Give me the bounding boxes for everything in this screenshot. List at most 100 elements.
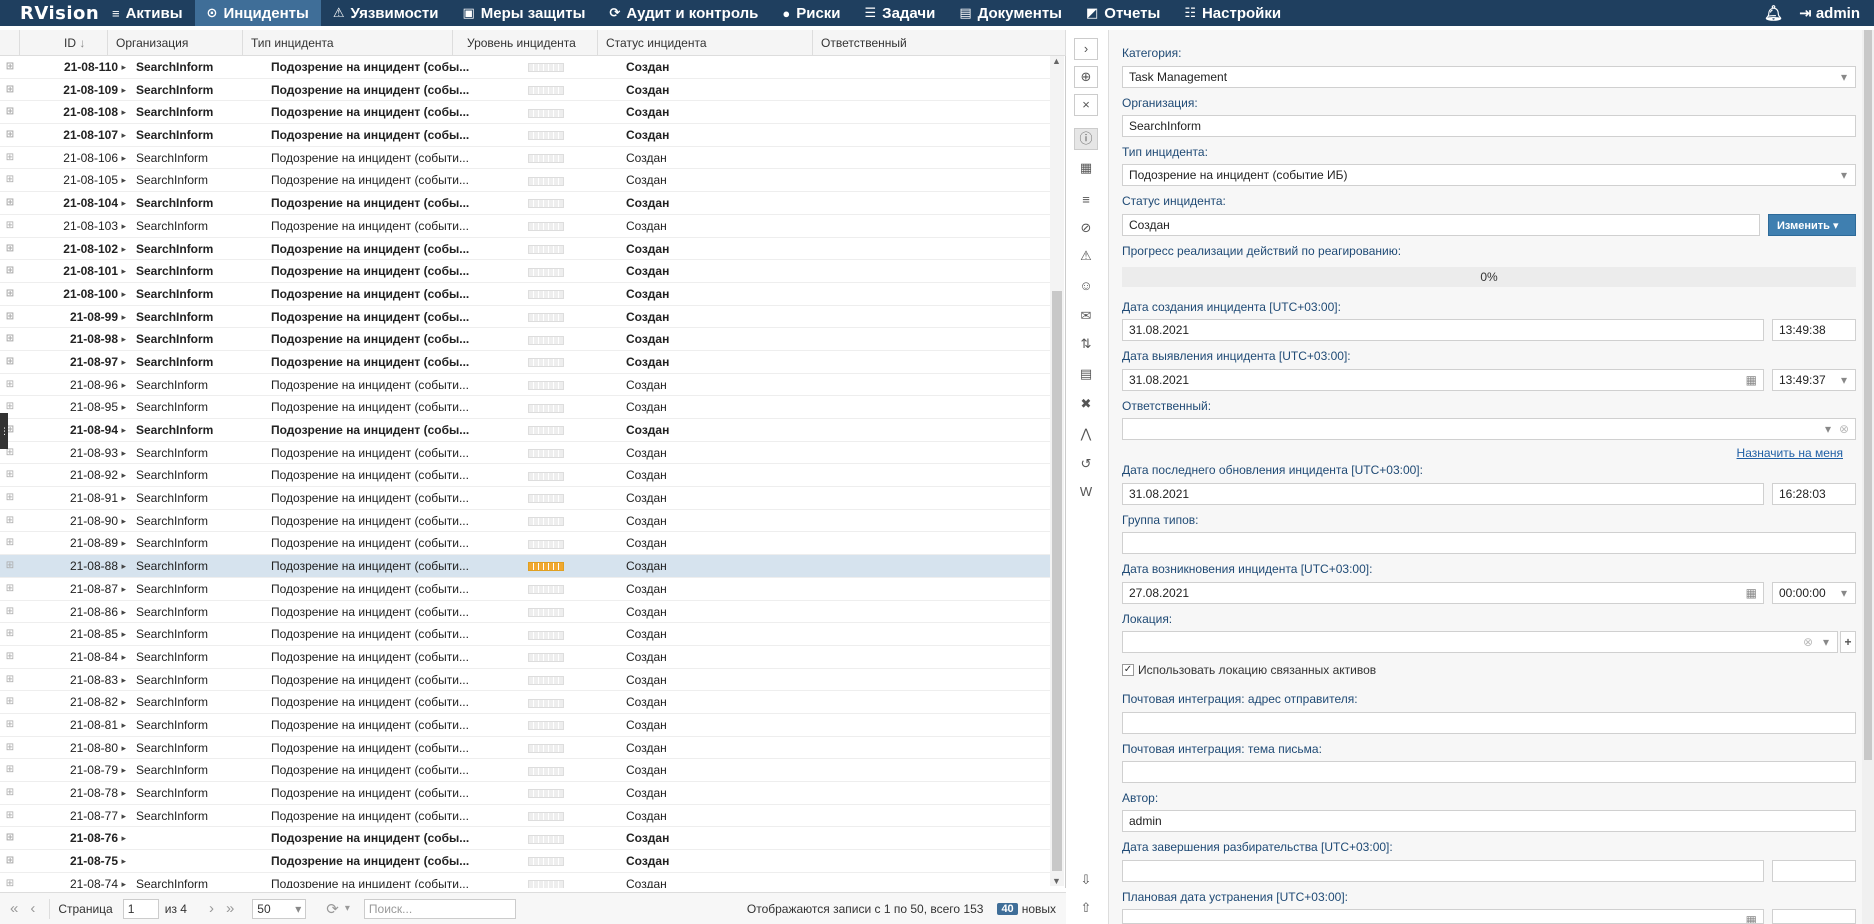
table-row[interactable]: ⊞ 21-08-106 SearchInform Подозрение на инци… (0, 147, 1050, 170)
table-row[interactable]: ⊞ 21-08-86 SearchInform Подозрение на инцид… (0, 601, 1050, 624)
table-row[interactable]: ⊞ 21-08-102 SearchInform Подозрение на инци… (0, 238, 1050, 261)
table-row[interactable]: ⊞ 21-08-99 SearchInform Подозрение на инцид… (0, 306, 1050, 329)
mail-subject-field[interactable] (1122, 761, 1856, 783)
nav-item-0[interactable]: ≡ Активы (100, 0, 195, 26)
table-row[interactable]: ⊞ 21-08-100 SearchInform Подозрение на инци… (0, 283, 1050, 306)
table-row[interactable]: ⊞ 21-08-104 SearchInform Подозрение на инци… (0, 192, 1050, 215)
column-header-org[interactable]: Организация (108, 30, 243, 56)
clear-icon[interactable]: ⊗ (1803, 632, 1813, 652)
table-row[interactable]: ⊞ 21-08-90 SearchInform Подозрение на инцид… (0, 510, 1050, 533)
type-group-field[interactable] (1122, 532, 1856, 554)
clear-icon[interactable]: ⊗ (1839, 419, 1849, 439)
table-row[interactable]: ⊞ 21-08-105 SearchInform Подозрение на инци… (0, 169, 1050, 193)
table-row[interactable]: ⊞ 21-08-107 SearchInform Подозрение на инци… (0, 124, 1050, 147)
table-row[interactable]: ⊞ 21-08-103 SearchInform Подозрение на инци… (0, 215, 1050, 238)
add-icon[interactable]: ⊕ (1074, 66, 1098, 88)
logo[interactable]: RVision (0, 3, 100, 24)
refresh-dropdown-icon[interactable]: ▾ (345, 903, 350, 914)
column-header-level[interactable]: Уровень инцидента (453, 30, 598, 56)
calendar-icon[interactable]: ▦ (1746, 583, 1757, 603)
sort-list-icon[interactable]: ⇅ (1074, 334, 1098, 356)
nav-item-6[interactable]: ☰ Задачи (853, 0, 948, 26)
occurred-date-field[interactable]: 27.08.2021 ▦ (1122, 582, 1764, 604)
responsible-select[interactable]: ▾ ⊗ (1122, 418, 1856, 440)
calendar-icon[interactable]: ▦ (1746, 910, 1757, 923)
status-field[interactable]: Создан (1122, 214, 1760, 236)
table-row[interactable]: ⊞ 21-08-77 SearchInform Подозрение на инцид… (0, 805, 1050, 828)
scroll-down-icon[interactable]: ▼ (1052, 876, 1061, 886)
table-row[interactable]: ⊞21-08-93SearchInformПодозрение на инцид… (0, 442, 1050, 465)
use-location-checkbox[interactable]: ✓ (1122, 664, 1134, 676)
history-icon[interactable]: ↺ (1074, 454, 1098, 476)
table-row[interactable]: ⊞ 21-08-78 SearchInform Подозрение на инцид… (0, 782, 1050, 805)
table-row[interactable]: ⊞ 21-08-84 SearchInform Подозрение на инцид… (0, 646, 1050, 669)
table-row[interactable]: ⊞ 21-08-108 SearchInform Подозрение на инци… (0, 101, 1050, 125)
archive-icon[interactable]: ▤ (1074, 364, 1098, 386)
user-menu[interactable]: ⇥ admin (1799, 4, 1860, 22)
table-row[interactable]: ⊞ 21-08-80 SearchInform Подозрение на инцид… (0, 737, 1050, 760)
table-row[interactable]: ⊞ 21-08-97 SearchInform Подозрение на инцид… (0, 351, 1050, 374)
table-row[interactable]: ⊞ 21-08-87 SearchInform Подозрение на инцид… (0, 578, 1050, 601)
form-scrollbar[interactable] (1862, 30, 1874, 924)
org-field[interactable]: SearchInform (1122, 115, 1856, 137)
export-icon[interactable]: ⇩ (1074, 870, 1098, 892)
nav-item-1[interactable]: ⊙ Инциденты (194, 0, 321, 26)
table-row[interactable]: ⊞ 21-08-82 SearchInform Подозрение на инцид… (0, 691, 1050, 714)
close-icon[interactable]: × (1074, 94, 1098, 116)
collapse-panel-button[interactable]: › (1074, 38, 1098, 60)
created-date-field[interactable]: 31.08.2021 (1122, 319, 1764, 341)
table-row[interactable]: ⊞ 21-08-75 Подозрение на инцидент (собы...… (0, 850, 1050, 873)
column-header-status[interactable]: Статус инцидента (598, 30, 813, 56)
investigation-end-time-field[interactable] (1772, 860, 1856, 882)
nav-item-7[interactable]: ▤ Документы (947, 0, 1074, 26)
use-location-checkbox-row[interactable]: ✓ Использовать локацию связанных активов (1122, 663, 1376, 677)
table-row[interactable]: ⊞ 21-08-109 SearchInform Подозрение на инци… (0, 79, 1050, 102)
table-row[interactable]: ⊞ 21-08-81 SearchInform Подозрение на инцид… (0, 714, 1050, 737)
column-header-responsible[interactable]: Ответственный (813, 30, 1066, 56)
table-row[interactable]: ⊞21-08-95SearchInformПодозрение на инцид… (0, 396, 1050, 419)
table-row[interactable]: ⊞ 21-08-89 SearchInform Подозрение на инцид… (0, 532, 1050, 556)
grid-scrollbar-thumb[interactable] (1052, 291, 1062, 871)
mail-from-field[interactable] (1122, 712, 1856, 734)
table-icon[interactable]: ▦ (1074, 158, 1098, 180)
table-row[interactable]: ⊞ 21-08-85 SearchInform Подозрение на инцид… (0, 623, 1050, 646)
detected-date-field[interactable]: 31.08.2021 ▦ (1122, 369, 1764, 391)
nav-item-5[interactable]: ● Риски (770, 0, 852, 26)
calendar-icon[interactable]: ▦ (1746, 370, 1757, 390)
users-icon[interactable]: ☺ (1074, 276, 1098, 298)
table-row[interactable]: ⊞ 21-08-76 Подозрение на инцидент (собы...… (0, 827, 1050, 851)
comments-icon[interactable]: ✉ (1074, 306, 1098, 328)
category-select[interactable]: Task Management (1122, 66, 1856, 88)
next-page-icon[interactable]: › (209, 900, 214, 917)
planned-fix-date-field[interactable]: ▦ (1122, 909, 1764, 924)
column-header-id[interactable]: ID ↓ (20, 30, 108, 56)
occurred-time-field[interactable]: 00:00:00 (1772, 582, 1856, 604)
page-input[interactable]: 1 (122, 898, 159, 919)
grid-scrollbar[interactable]: ▲ ▼ (1050, 56, 1064, 886)
per-page-select[interactable]: 50 ▾ (252, 898, 307, 919)
created-time-field[interactable]: 13:49:38 (1772, 319, 1856, 341)
investigation-end-date-field[interactable] (1122, 860, 1764, 882)
search-input[interactable]: Поиск... (363, 898, 516, 919)
table-row[interactable]: ⊞21-08-94SearchInformПодозрение на инцид… (0, 419, 1050, 442)
graph-icon[interactable]: ⋀ (1074, 424, 1098, 446)
attachment-icon[interactable]: ⊘ (1074, 218, 1098, 240)
info-icon[interactable]: ⓘ (1074, 128, 1098, 150)
nav-item-2[interactable]: ⚠ Уязвимости (321, 0, 451, 26)
warning-icon[interactable]: ⚠ (1074, 246, 1098, 268)
scroll-up-icon[interactable]: ▲ (1052, 56, 1061, 66)
bell-icon[interactable]: 🔔︎ (1764, 4, 1783, 22)
database-icon[interactable]: ≡ (1074, 190, 1098, 212)
author-field[interactable]: admin (1122, 810, 1856, 832)
refresh-icon[interactable]: ⟳ (326, 900, 339, 918)
form-scrollbar-thumb[interactable] (1864, 30, 1872, 760)
table-row[interactable]: ⊞ 21-08-79 SearchInform Подозрение на инцид… (0, 759, 1050, 782)
detected-time-field[interactable]: 13:49:37 (1772, 369, 1856, 391)
left-panel-handle[interactable]: ⋮ (0, 413, 9, 449)
nav-item-3[interactable]: ▣ Меры защиты (451, 0, 598, 26)
assign-to-me-link[interactable]: Назначить на меня (1737, 446, 1843, 460)
table-row[interactable]: ⊞ 21-08-110 SearchInform Подозрение на инци… (0, 56, 1050, 79)
updated-date-field[interactable]: 31.08.2021 (1122, 483, 1764, 505)
table-row[interactable]: ⊞ 21-08-91 SearchInform Подозрение на инцид… (0, 487, 1050, 510)
table-row[interactable]: ⊞ 21-08-74 SearchInform Подозрение на инцид… (0, 873, 1050, 888)
